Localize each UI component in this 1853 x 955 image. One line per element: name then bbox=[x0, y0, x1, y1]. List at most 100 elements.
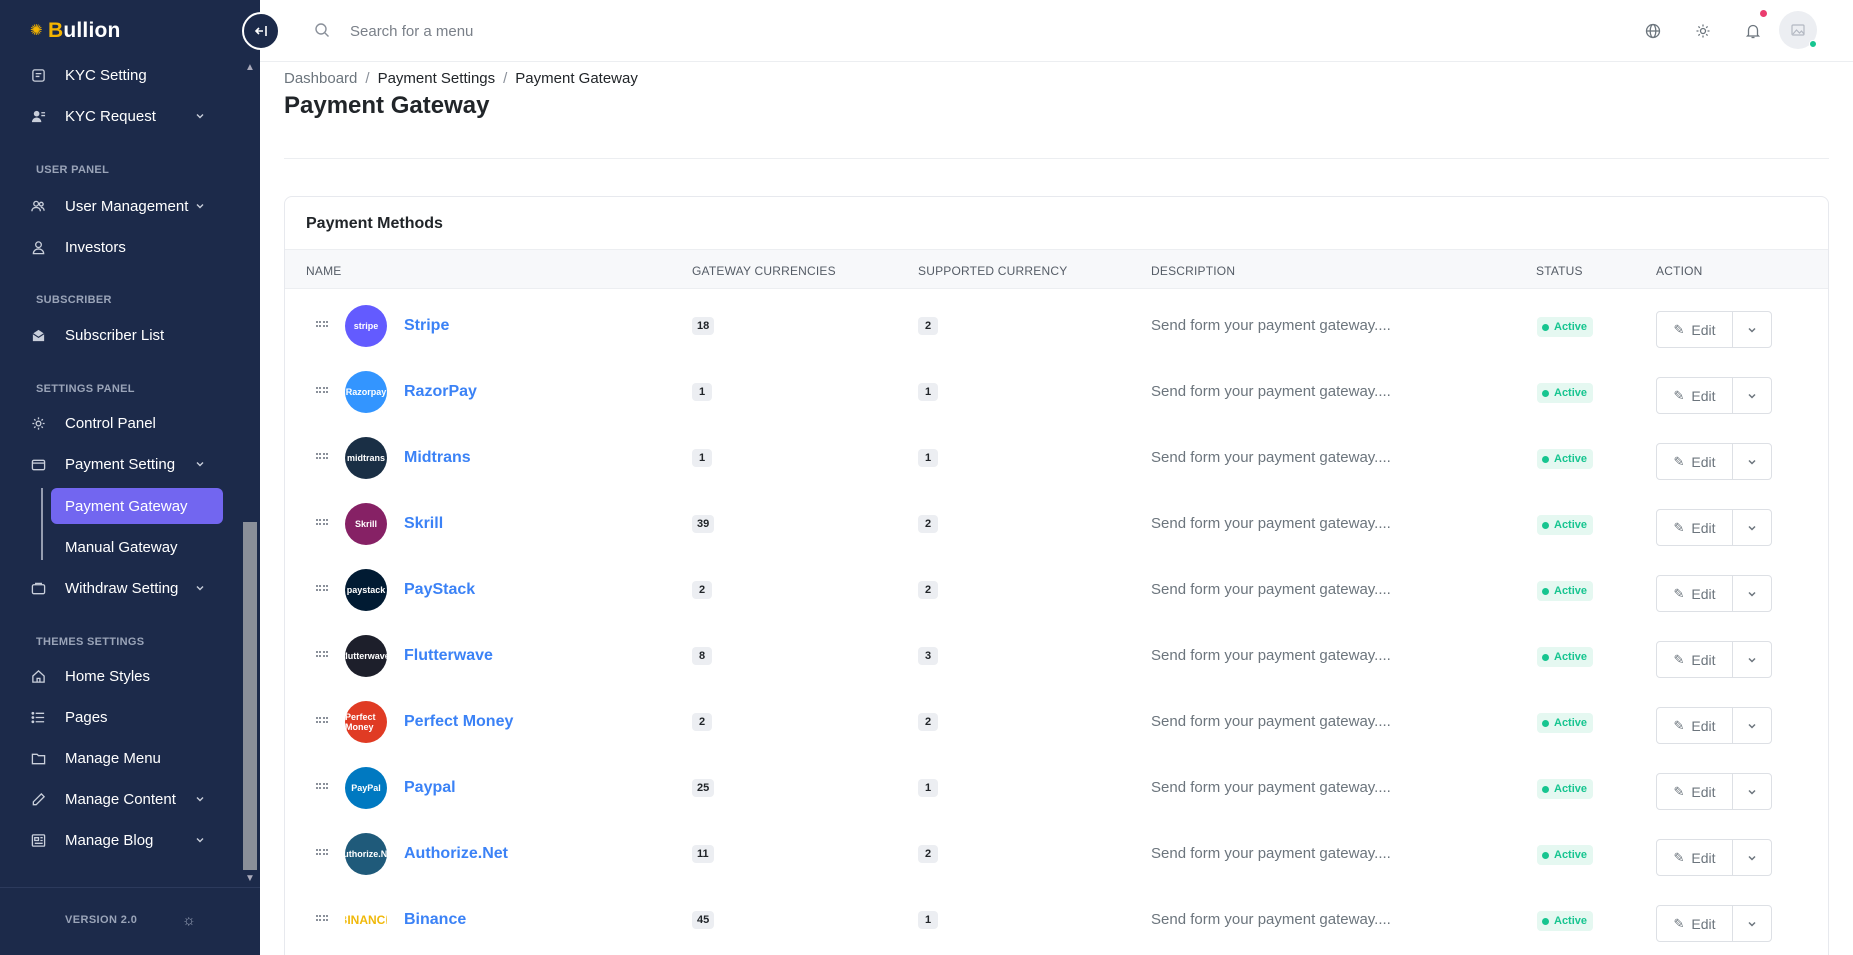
gear-icon[interactable] bbox=[1694, 22, 1712, 40]
gateway-logo-text: BINANCE bbox=[345, 913, 387, 927]
gateway-currencies-badge: 11 bbox=[692, 845, 714, 863]
kyc-request-icon bbox=[30, 108, 46, 124]
gateway-currencies-badge: 8 bbox=[692, 647, 712, 665]
drag-handle-icon[interactable] bbox=[316, 849, 328, 855]
supported-currency-badge: 2 bbox=[918, 713, 938, 731]
sidebar-subitem-payment-gateway[interactable]: Payment Gateway bbox=[51, 488, 223, 524]
sidebar-item-manage-content[interactable]: Manage Content bbox=[30, 782, 210, 816]
gateway-logo-text: PayPal bbox=[351, 783, 381, 793]
gateway-name-link[interactable]: RazorPay bbox=[404, 383, 477, 401]
chevron-down-icon bbox=[195, 108, 205, 125]
more-options-button[interactable] bbox=[1733, 576, 1771, 611]
section-label-user-panel: USER PANEL bbox=[36, 164, 110, 176]
more-options-button[interactable] bbox=[1733, 378, 1771, 413]
breadcrumb-item-payment-settings[interactable]: Payment Settings bbox=[378, 70, 496, 87]
more-options-button[interactable] bbox=[1733, 312, 1771, 347]
edit-button[interactable]: ✎ Edit bbox=[1657, 510, 1733, 545]
drag-handle-icon[interactable] bbox=[316, 783, 328, 789]
pencil-icon: ✎ bbox=[1673, 915, 1685, 931]
sidebar-item-pages[interactable]: Pages bbox=[30, 700, 210, 734]
gateway-logo: Perfect Money bbox=[345, 701, 387, 743]
more-options-button[interactable] bbox=[1733, 906, 1771, 941]
edit-button[interactable]: ✎ Edit bbox=[1657, 906, 1733, 941]
gateway-logo: Razorpay bbox=[345, 371, 387, 413]
gateway-name-link[interactable]: Midtrans bbox=[404, 449, 471, 467]
sidebar-item-manage-blog[interactable]: Manage Blog bbox=[30, 823, 210, 857]
gateway-logo: BINANCE bbox=[345, 899, 387, 941]
edit-button[interactable]: ✎ Edit bbox=[1657, 708, 1733, 743]
edit-button[interactable]: ✎ Edit bbox=[1657, 444, 1733, 479]
sidebar-item-home-styles[interactable]: Home Styles bbox=[30, 659, 210, 693]
action-button-group: ✎ Edit bbox=[1656, 773, 1772, 810]
sidebar-item-payment-setting[interactable]: Payment Setting bbox=[30, 447, 210, 481]
sidebar-item-subscriber-list[interactable]: Subscriber List bbox=[30, 318, 210, 352]
gateway-name-link[interactable]: PayStack bbox=[404, 581, 475, 599]
blog-icon bbox=[30, 832, 46, 848]
drag-handle-icon[interactable] bbox=[316, 915, 328, 921]
sidebar-item-user-management[interactable]: User Management bbox=[30, 189, 210, 223]
sidebar-item-control-panel[interactable]: Control Panel bbox=[30, 406, 210, 440]
edit-button[interactable]: ✎ Edit bbox=[1657, 312, 1733, 347]
action-button-group: ✎ Edit bbox=[1656, 311, 1772, 348]
gateway-name-link[interactable]: Flutterwave bbox=[404, 647, 493, 665]
drag-handle-icon[interactable] bbox=[316, 387, 328, 393]
drag-handle-icon[interactable] bbox=[316, 519, 328, 525]
edit-button[interactable]: ✎ Edit bbox=[1657, 642, 1733, 677]
bell-icon[interactable] bbox=[1744, 22, 1762, 40]
gateway-currencies-badge: 39 bbox=[692, 515, 715, 533]
sidebar-item-kyc-request[interactable]: KYC Request bbox=[30, 99, 210, 133]
more-options-button[interactable] bbox=[1733, 708, 1771, 743]
more-options-button[interactable] bbox=[1733, 774, 1771, 809]
chevron-down-icon bbox=[1748, 921, 1756, 927]
gateway-logo-text: flutterwave bbox=[345, 651, 387, 661]
more-options-button[interactable] bbox=[1733, 642, 1771, 677]
sidebar-collapse-button[interactable] bbox=[242, 12, 280, 50]
drag-handle-icon[interactable] bbox=[316, 651, 328, 657]
online-status-dot bbox=[1809, 40, 1817, 48]
gateway-logo-text: Razorpay bbox=[345, 387, 387, 397]
chevron-down-icon bbox=[195, 456, 205, 473]
search-input[interactable] bbox=[350, 18, 750, 44]
drag-handle-icon[interactable] bbox=[316, 453, 328, 459]
table-row: Skrill Skrill 39 2 Send form your paymen… bbox=[285, 491, 1828, 557]
edit-label: Edit bbox=[1691, 849, 1716, 866]
sidebar-item-withdraw-setting[interactable]: Withdraw Setting bbox=[30, 571, 210, 605]
action-button-group: ✎ Edit bbox=[1656, 839, 1772, 876]
edit-button[interactable]: ✎ Edit bbox=[1657, 774, 1733, 809]
chevron-down-icon bbox=[1748, 657, 1756, 663]
gateway-name-link[interactable]: Skrill bbox=[404, 515, 443, 533]
sidebar-scrollbar-thumb[interactable] bbox=[243, 522, 257, 870]
gateway-name-link[interactable]: Perfect Money bbox=[404, 713, 513, 731]
gateway-name-link[interactable]: Stripe bbox=[404, 317, 449, 335]
scroll-up-arrow-icon[interactable]: ▲ bbox=[245, 62, 255, 73]
drag-handle-icon[interactable] bbox=[316, 717, 328, 723]
sidebar-item-kyc-setting[interactable]: KYC Setting bbox=[30, 58, 210, 92]
gateway-name-link[interactable]: Binance bbox=[404, 911, 466, 929]
gateway-name-link[interactable]: Paypal bbox=[404, 779, 456, 797]
globe-icon[interactable] bbox=[1644, 22, 1662, 40]
drag-handle-icon[interactable] bbox=[316, 321, 328, 327]
submenu-guide-line bbox=[41, 488, 43, 560]
edit-label: Edit bbox=[1691, 585, 1716, 602]
breadcrumb-item-dashboard[interactable]: Dashboard bbox=[284, 70, 357, 87]
sidebar-item-manage-menu[interactable]: Manage Menu bbox=[30, 741, 210, 775]
more-options-button[interactable] bbox=[1733, 510, 1771, 545]
logo[interactable]: ✺ Bullion bbox=[30, 18, 121, 44]
sun-icon[interactable]: ☼ bbox=[182, 912, 196, 929]
drag-handle-icon[interactable] bbox=[316, 585, 328, 591]
sidebar-item-investors[interactable]: Investors bbox=[30, 230, 210, 264]
scroll-down-arrow-icon[interactable]: ▼ bbox=[245, 873, 255, 884]
chevron-down-icon bbox=[195, 791, 205, 808]
edit-button[interactable]: ✎ Edit bbox=[1657, 378, 1733, 413]
sidebar-item-label: Investors bbox=[65, 238, 126, 256]
table-row: BINANCE Binance 45 1 Send form your paym… bbox=[285, 887, 1828, 953]
more-options-button[interactable] bbox=[1733, 840, 1771, 875]
more-options-button[interactable] bbox=[1733, 444, 1771, 479]
card-title: Payment Methods bbox=[306, 215, 443, 232]
collapse-arrow-icon bbox=[254, 26, 267, 36]
status-badge: Active bbox=[1537, 911, 1594, 931]
sidebar-subitem-manual-gateway[interactable]: Manual Gateway bbox=[51, 529, 223, 565]
edit-button[interactable]: ✎ Edit bbox=[1657, 840, 1733, 875]
edit-button[interactable]: ✎ Edit bbox=[1657, 576, 1733, 611]
gateway-name-link[interactable]: Authorize.Net bbox=[404, 845, 508, 863]
